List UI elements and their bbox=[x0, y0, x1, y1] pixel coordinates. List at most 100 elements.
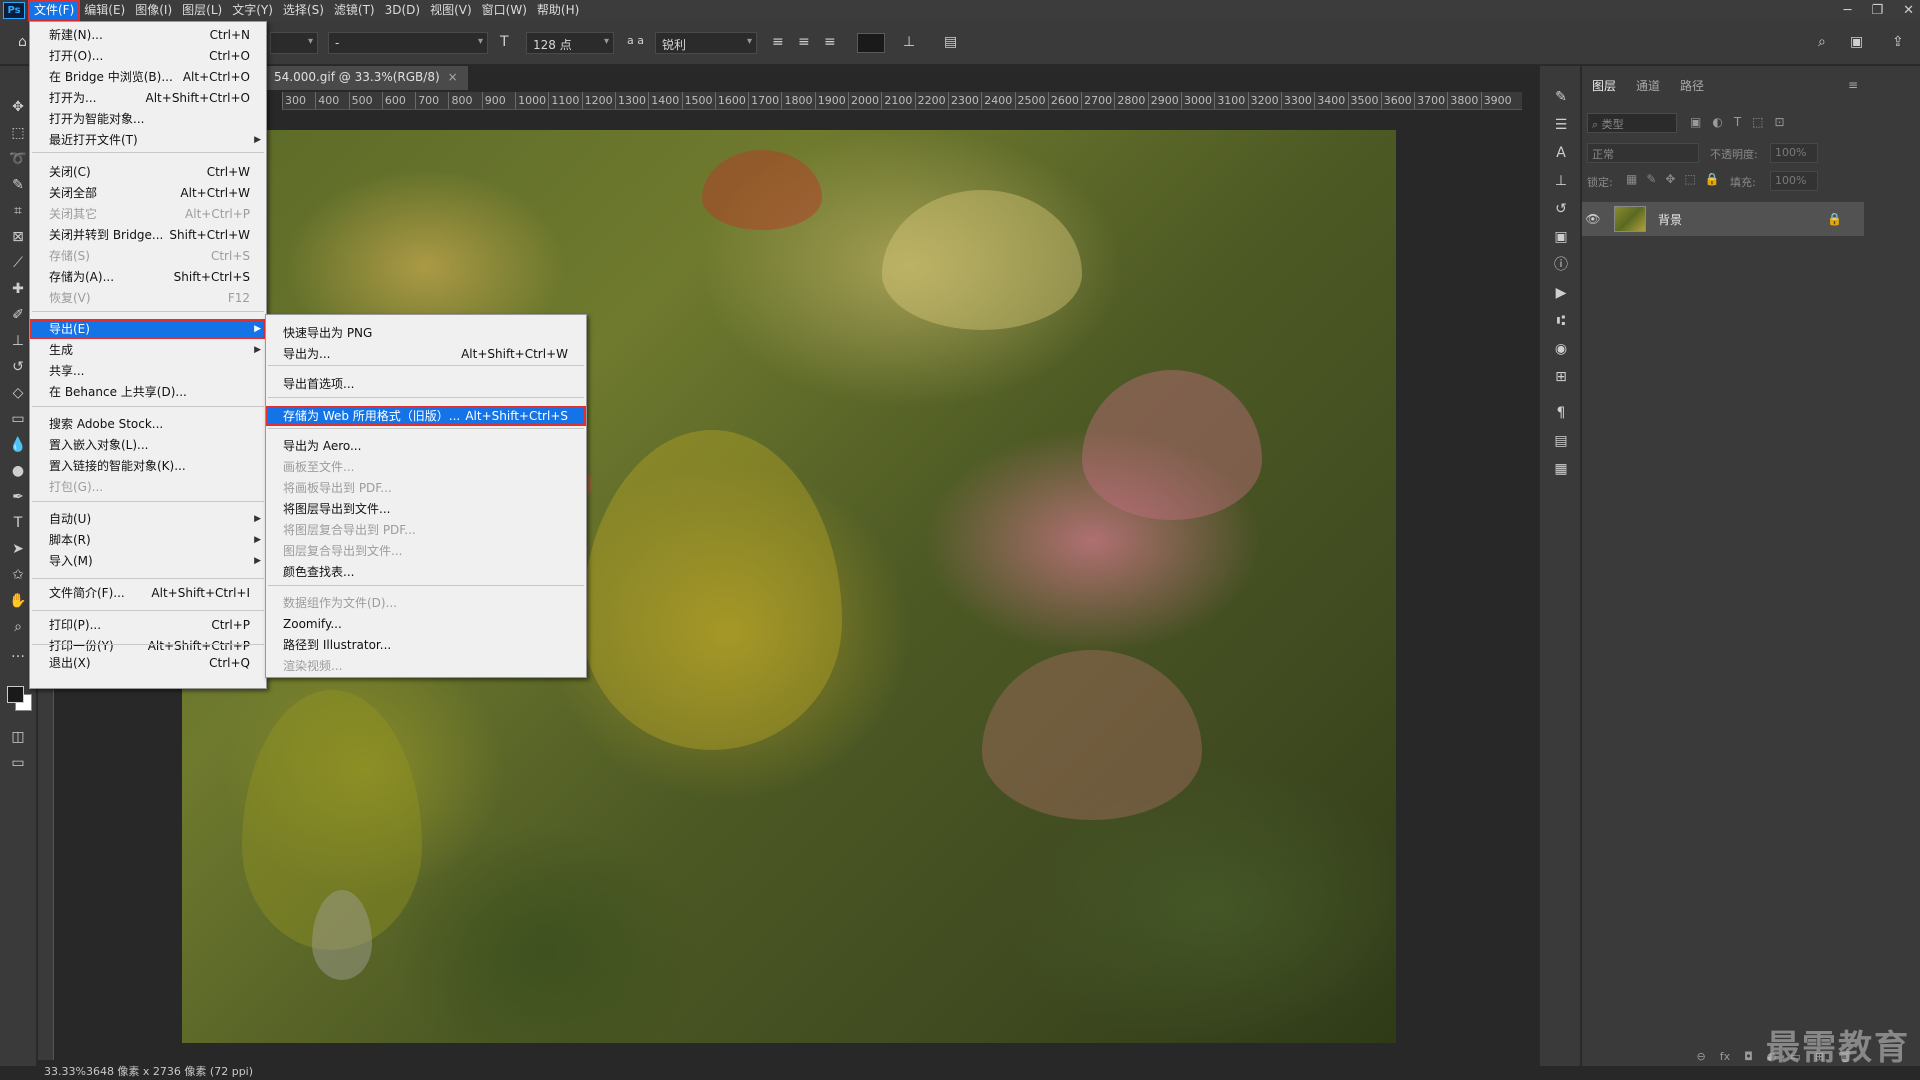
menu-help[interactable]: 帮助(H) bbox=[532, 1, 584, 20]
notes-icon[interactable]: ▦ bbox=[1550, 458, 1572, 480]
brush-settings-icon[interactable]: ✎ bbox=[1550, 86, 1572, 108]
pen-tool-icon[interactable]: ✒ bbox=[7, 486, 29, 508]
blur-tool-icon[interactable]: 💧 bbox=[7, 434, 29, 456]
submenu-item-save-for-web[interactable]: 存储为 Web 所用格式（旧版）... Alt+Shift+Ctrl+S bbox=[266, 406, 586, 426]
menu-item-generate[interactable]: 生成 ▶ bbox=[30, 340, 266, 360]
gradient-tool-icon[interactable]: ▭ bbox=[7, 408, 29, 430]
menu-select[interactable]: 选择(S) bbox=[278, 1, 329, 20]
share-icon[interactable]: ⇪ bbox=[1892, 34, 1904, 50]
menu-edit[interactable]: 编辑(E) bbox=[79, 1, 130, 20]
screen-mode-icon[interactable]: ▭ bbox=[7, 752, 29, 774]
actions-icon[interactable]: ▶ bbox=[1550, 282, 1572, 304]
eraser-tool-icon[interactable]: ◇ bbox=[7, 382, 29, 404]
menu-view[interactable]: 视图(V) bbox=[425, 1, 477, 20]
submenu-item-export-as[interactable]: 导出为... Alt+Shift+Ctrl+W bbox=[266, 344, 586, 364]
menu-item-new[interactable]: 新建(N)... Ctrl+N bbox=[30, 25, 266, 45]
menu-layer[interactable]: 图层(L) bbox=[177, 1, 227, 20]
more-tools-icon[interactable]: … bbox=[7, 642, 29, 664]
path-select-tool-icon[interactable]: ➤ bbox=[7, 538, 29, 560]
close-icon[interactable]: ✕ bbox=[1903, 3, 1914, 18]
pixel-filter-icon[interactable]: ▣ bbox=[1690, 115, 1701, 129]
menu-item-place-embedded[interactable]: 置入嵌入对象(L)... bbox=[30, 435, 266, 455]
menu-item-print[interactable]: 打印(P)... Ctrl+P bbox=[30, 615, 266, 635]
layer-filter-dropdown[interactable]: ⌕ 类型 bbox=[1587, 113, 1677, 133]
lock-position-icon[interactable]: ✥ bbox=[1665, 172, 1675, 186]
align-left-icon[interactable]: ≡ bbox=[772, 34, 784, 50]
menu-item-close-go-bridge[interactable]: 关闭并转到 Bridge... Shift+Ctrl+W bbox=[30, 225, 266, 245]
lasso-tool-icon[interactable]: ➰ bbox=[7, 148, 29, 170]
visibility-eye-icon[interactable]: 👁 bbox=[1582, 212, 1604, 226]
menu-item-open-as[interactable]: 打开为... Alt+Shift+Ctrl+O bbox=[30, 88, 266, 108]
menu-item-import[interactable]: 导入(M) ▶ bbox=[30, 551, 266, 571]
paragraph-icon[interactable]: ¶ bbox=[1550, 402, 1572, 424]
menu-window[interactable]: 窗口(W) bbox=[477, 1, 532, 20]
menu-item-share[interactable]: 共享... bbox=[30, 361, 266, 381]
menu-3d[interactable]: 3D(D) bbox=[380, 1, 425, 20]
character-panel-icon[interactable]: ▤ bbox=[944, 34, 957, 50]
submenu-item-layers-to-files[interactable]: 将图层导出到文件... bbox=[266, 499, 586, 519]
menu-item-open[interactable]: 打开(O)... Ctrl+O bbox=[30, 46, 266, 66]
marquee-tool-icon[interactable]: ⬚ bbox=[7, 122, 29, 144]
zoom-tool-icon[interactable]: ⌕ bbox=[7, 616, 29, 638]
link-layers-icon[interactable]: ⊖ bbox=[1696, 1050, 1705, 1066]
opacity-input[interactable]: 100% bbox=[1770, 143, 1818, 163]
history-brush-tool-icon[interactable]: ↺ bbox=[7, 356, 29, 378]
brush-tool-icon[interactable]: ✐ bbox=[7, 304, 29, 326]
panel-menu-icon[interactable]: ≡ bbox=[1848, 78, 1858, 92]
paths-icon[interactable]: ⑆ bbox=[1550, 310, 1572, 332]
adjustments-icon[interactable]: ☰ bbox=[1550, 114, 1572, 136]
align-right-icon[interactable]: ≡ bbox=[824, 34, 836, 50]
font-size-dropdown[interactable]: 128 点 bbox=[526, 32, 614, 54]
smart-object-filter-icon[interactable]: ⊡ bbox=[1775, 115, 1785, 129]
workspace-icon[interactable]: ▣ bbox=[1850, 34, 1863, 50]
menu-item-close[interactable]: 关闭(C) Ctrl+W bbox=[30, 162, 266, 182]
tab-layers[interactable]: 图层 bbox=[1582, 74, 1626, 96]
add-mask-icon[interactable]: ◘ bbox=[1744, 1050, 1753, 1066]
restore-icon[interactable]: ❐ bbox=[1871, 3, 1883, 18]
lock-artboard-icon[interactable]: ⬚ bbox=[1684, 172, 1695, 186]
table-icon[interactable]: ⊞ bbox=[1550, 366, 1572, 388]
menu-item-save-as[interactable]: 存储为(A)... Shift+Ctrl+S bbox=[30, 267, 266, 287]
submenu-item-paths-to-illustrator[interactable]: 路径到 Illustrator... bbox=[266, 635, 586, 655]
frame-tool-icon[interactable]: ⊠ bbox=[7, 226, 29, 248]
menu-item-export[interactable]: 导出(E) ▶ bbox=[30, 319, 266, 339]
submenu-item-quick-export-png[interactable]: 快速导出为 PNG bbox=[266, 323, 586, 343]
eyedropper-tool-icon[interactable]: ⟋ bbox=[7, 252, 29, 274]
healing-tool-icon[interactable]: ✚ bbox=[7, 278, 29, 300]
crop-tool-icon[interactable]: ⌗ bbox=[7, 200, 29, 222]
foreground-color-swatch[interactable] bbox=[7, 686, 24, 703]
submenu-item-zoomify[interactable]: Zoomify... bbox=[266, 614, 586, 634]
info-icon[interactable]: ⓘ bbox=[1550, 254, 1572, 276]
submenu-item-export-preferences[interactable]: 导出首选项... bbox=[266, 374, 586, 394]
move-tool-icon[interactable]: ✥ bbox=[7, 96, 29, 118]
adjustment-filter-icon[interactable]: ◐ bbox=[1712, 115, 1722, 129]
type-tool-icon[interactable]: T bbox=[7, 512, 29, 534]
menu-item-recent-files[interactable]: 最近打开文件(T) ▶ bbox=[30, 130, 266, 150]
fx-icon[interactable]: fx bbox=[1720, 1050, 1730, 1066]
quick-mask-icon[interactable]: ◫ bbox=[7, 726, 29, 748]
lock-all-icon[interactable]: 🔒 bbox=[1705, 172, 1720, 186]
blend-mode-dropdown[interactable]: 正常 bbox=[1587, 143, 1699, 163]
shape-filter-icon[interactable]: ⬚ bbox=[1752, 115, 1763, 129]
menu-item-browse-bridge[interactable]: 在 Bridge 中浏览(B)... Alt+Ctrl+O bbox=[30, 67, 266, 87]
fill-input[interactable]: 100% bbox=[1770, 171, 1818, 191]
menu-image[interactable]: 图像(I) bbox=[130, 1, 177, 20]
menu-item-search-adobe-stock[interactable]: 搜索 Adobe Stock... bbox=[30, 414, 266, 434]
tab-channels[interactable]: 通道 bbox=[1626, 74, 1670, 96]
menu-item-file-info[interactable]: 文件简介(F)... Alt+Shift+Ctrl+I bbox=[30, 583, 266, 603]
paragraph-styles-icon[interactable]: ▤ bbox=[1550, 430, 1572, 452]
menu-type[interactable]: 文字(Y) bbox=[227, 1, 278, 20]
menu-item-scripts[interactable]: 脚本(R) ▶ bbox=[30, 530, 266, 550]
menu-item-place-linked[interactable]: 置入链接的智能对象(K)... bbox=[30, 456, 266, 476]
lock-transparent-icon[interactable]: ▦ bbox=[1626, 172, 1637, 186]
hand-tool-icon[interactable]: ✋ bbox=[7, 590, 29, 612]
menu-filter[interactable]: 滤镜(T) bbox=[329, 1, 380, 20]
font-family-dropdown[interactable] bbox=[270, 32, 318, 54]
menu-item-close-all[interactable]: 关闭全部 Alt+Ctrl+W bbox=[30, 183, 266, 203]
quick-select-tool-icon[interactable]: ✎ bbox=[7, 174, 29, 196]
minimize-icon[interactable]: ─ bbox=[1844, 3, 1852, 18]
clone-source-icon[interactable]: ⊥ bbox=[1550, 170, 1572, 192]
document-tab[interactable]: 54.000.gif @ 33.3%(RGB/8) × bbox=[264, 66, 468, 90]
stamp-tool-icon[interactable]: ⊥ bbox=[7, 330, 29, 352]
color-swatches[interactable] bbox=[7, 686, 33, 712]
